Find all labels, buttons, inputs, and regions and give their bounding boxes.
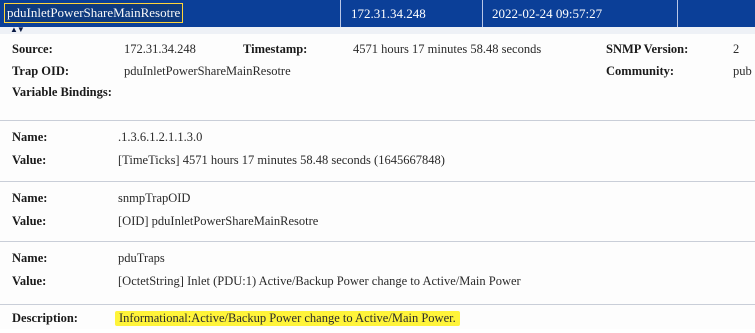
binding-3-value: [OctetString] Inlet (PDU:1) Active/Backu…: [118, 274, 521, 288]
trap-datetime: 2022-02-24 09:57:27: [492, 6, 603, 21]
binding-1-value-row: Value: [TimeTicks] 4571 hours 17 minutes…: [0, 153, 755, 175]
community-label: Community:: [606, 64, 675, 78]
trap-oid-value: pduInletPowerShareMainResotre: [124, 64, 291, 78]
divider: [0, 304, 755, 305]
binding-3-value-row: Value: [OctetString] Inlet (PDU:1) Activ…: [0, 274, 755, 296]
divider: [0, 120, 755, 121]
binding-2-value-row: Value: [OID] pduInletPowerShareMainResot…: [0, 214, 755, 236]
divider: [0, 241, 755, 242]
ip-cell[interactable]: 172.31.34.248: [341, 0, 483, 27]
community-value: pub: [733, 64, 752, 78]
source-value: 172.31.34.248: [124, 42, 196, 56]
binding-2-value: [OID] pduInletPowerShareMainResotre: [118, 214, 319, 228]
variable-bindings-row: Variable Bindings:: [0, 85, 755, 107]
trap-oid-label: Trap OID:: [12, 64, 70, 78]
sort-arrows-icon[interactable]: ▲▼: [10, 25, 25, 34]
description-text: Informational:Active/Backup Power change…: [115, 311, 460, 326]
snmp-version-value: 2: [733, 42, 740, 56]
source-ip: 172.31.34.248: [351, 6, 426, 21]
binding-1-name: .1.3.6.1.2.1.1.3.0: [118, 130, 203, 144]
datetime-cell[interactable]: 2022-02-24 09:57:27: [483, 0, 678, 27]
binding-3-value-label: Value:: [12, 274, 47, 288]
snmp-version-label: SNMP Version:: [606, 42, 689, 56]
timestamp-value: 4571 hours 17 minutes 58.48 seconds: [353, 42, 542, 56]
binding-1-value: [TimeTicks] 4571 hours 17 minutes 58.48 …: [118, 153, 445, 167]
trap-name: pduInletPowerShareMainResotre: [5, 4, 183, 22]
trap-oid-row: Trap OID: pduInletPowerShareMainResotre …: [0, 64, 755, 86]
binding-1-name-label: Name:: [12, 130, 48, 144]
binding-2-name: snmpTrapOID: [118, 191, 191, 205]
binding-2-name-row: Name: snmpTrapOID: [0, 191, 755, 213]
trap-details-panel: Source: 172.31.34.248 Timestamp: 4571 ho…: [0, 34, 755, 329]
binding-3-name-label: Name:: [12, 251, 48, 265]
timestamp-label: Timestamp:: [243, 42, 308, 56]
divider: [0, 181, 755, 182]
binding-3-name-row: Name: pduTraps: [0, 251, 755, 273]
trap-list-row-selected[interactable]: pduInletPowerShareMainResotre 172.31.34.…: [0, 0, 755, 28]
binding-3-name: pduTraps: [118, 251, 165, 265]
description-label: Description:: [12, 311, 78, 325]
source-row: Source: 172.31.34.248 Timestamp: 4571 ho…: [0, 42, 755, 64]
binding-2-name-label: Name:: [12, 191, 48, 205]
binding-2-value-label: Value:: [12, 214, 47, 228]
source-label: Source:: [12, 42, 53, 56]
binding-1-name-row: Name: .1.3.6.1.2.1.1.3.0: [0, 130, 755, 152]
trap-name-cell[interactable]: pduInletPowerShareMainResotre: [0, 0, 341, 27]
description-row: Description: Informational:Active/Backup…: [0, 311, 755, 333]
variable-bindings-label: Variable Bindings:: [12, 85, 112, 99]
binding-1-value-label: Value:: [12, 153, 47, 167]
empty-cell: [678, 0, 755, 27]
